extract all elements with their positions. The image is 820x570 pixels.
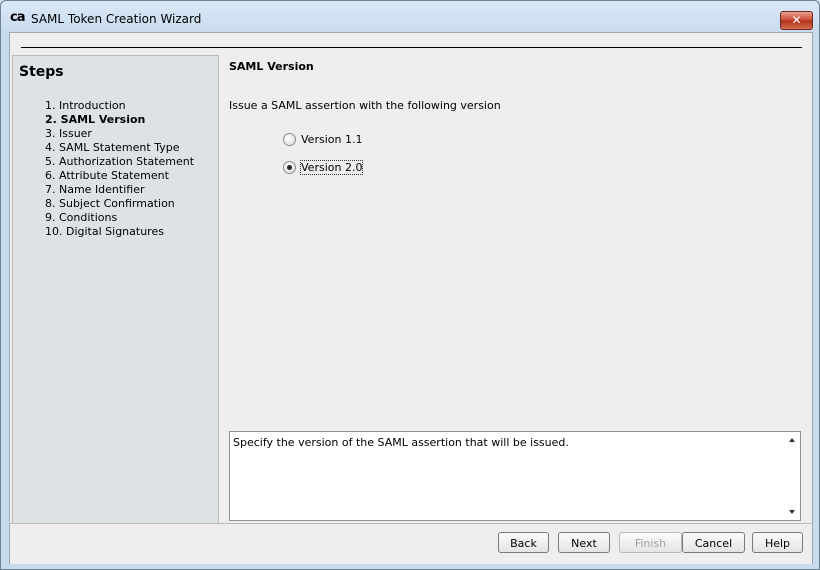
step-item-subject-confirmation: 8. Subject Confirmation <box>45 197 175 210</box>
version-1-1-option[interactable]: Version 1.1 <box>283 131 362 147</box>
version-prompt: Issue a SAML assertion with the followin… <box>229 99 501 112</box>
button-bar: Back Next Finish Cancel Help <box>10 523 812 564</box>
close-button[interactable]: ✕ <box>780 11 813 30</box>
finish-button[interactable]: Finish <box>619 532 682 553</box>
version-2-0-label: Version 2.0 <box>299 159 364 175</box>
version-2-0-radio[interactable] <box>283 160 296 174</box>
title-bar: ca SAML Token Creation Wizard ✕ <box>1 1 819 35</box>
section-title: SAML Version <box>229 60 314 73</box>
help-button[interactable]: Help <box>752 532 803 553</box>
help-description-text: Specify the version of the SAML assertio… <box>233 436 569 449</box>
version-2-0-option[interactable]: Version 2.0 <box>283 159 364 175</box>
scroll-up-arrow-icon[interactable] <box>789 438 795 442</box>
step-item-issuer: 3. Issuer <box>45 127 92 140</box>
step-item-introduction: 1. Introduction <box>45 99 126 112</box>
wizard-window: ca SAML Token Creation Wizard ✕ Steps 1.… <box>0 0 820 570</box>
step-item-attribute-statement: 6. Attribute Statement <box>45 169 169 182</box>
steps-title: Steps <box>19 64 64 80</box>
back-button[interactable]: Back <box>498 532 549 553</box>
step-content: SAML Version Issue a SAML assertion with… <box>229 55 809 525</box>
cancel-button[interactable]: Cancel <box>682 532 745 553</box>
wizard-body: Steps 1. Introduction 2. SAML Version 3.… <box>9 32 813 564</box>
step-item-saml-statement-type: 4. SAML Statement Type <box>45 141 180 154</box>
window-title: SAML Token Creation Wizard <box>31 12 202 26</box>
step-item-saml-version: 2. SAML Version <box>45 113 146 126</box>
step-item-authorization-statement: 5. Authorization Statement <box>45 155 195 168</box>
scroll-down-arrow-icon[interactable] <box>789 510 795 514</box>
steps-panel: Steps 1. Introduction 2. SAML Version 3.… <box>12 55 219 524</box>
help-scrollbar[interactable] <box>785 432 800 520</box>
step-item-digital-signatures: 10. Digital Signatures <box>45 225 164 238</box>
step-item-name-identifier: 7. Name Identifier <box>45 183 145 196</box>
version-1-1-radio[interactable] <box>283 132 296 146</box>
steps-list: 1. Introduction 2. SAML Version 3. Issue… <box>45 99 194 239</box>
version-1-1-label: Version 1.1 <box>301 132 363 146</box>
ca-logo-icon: ca <box>10 10 25 25</box>
next-button[interactable]: Next <box>558 532 610 553</box>
step-item-conditions: 9. Conditions <box>45 211 118 224</box>
help-description-box: Specify the version of the SAML assertio… <box>229 431 801 521</box>
header-divider <box>21 47 802 48</box>
